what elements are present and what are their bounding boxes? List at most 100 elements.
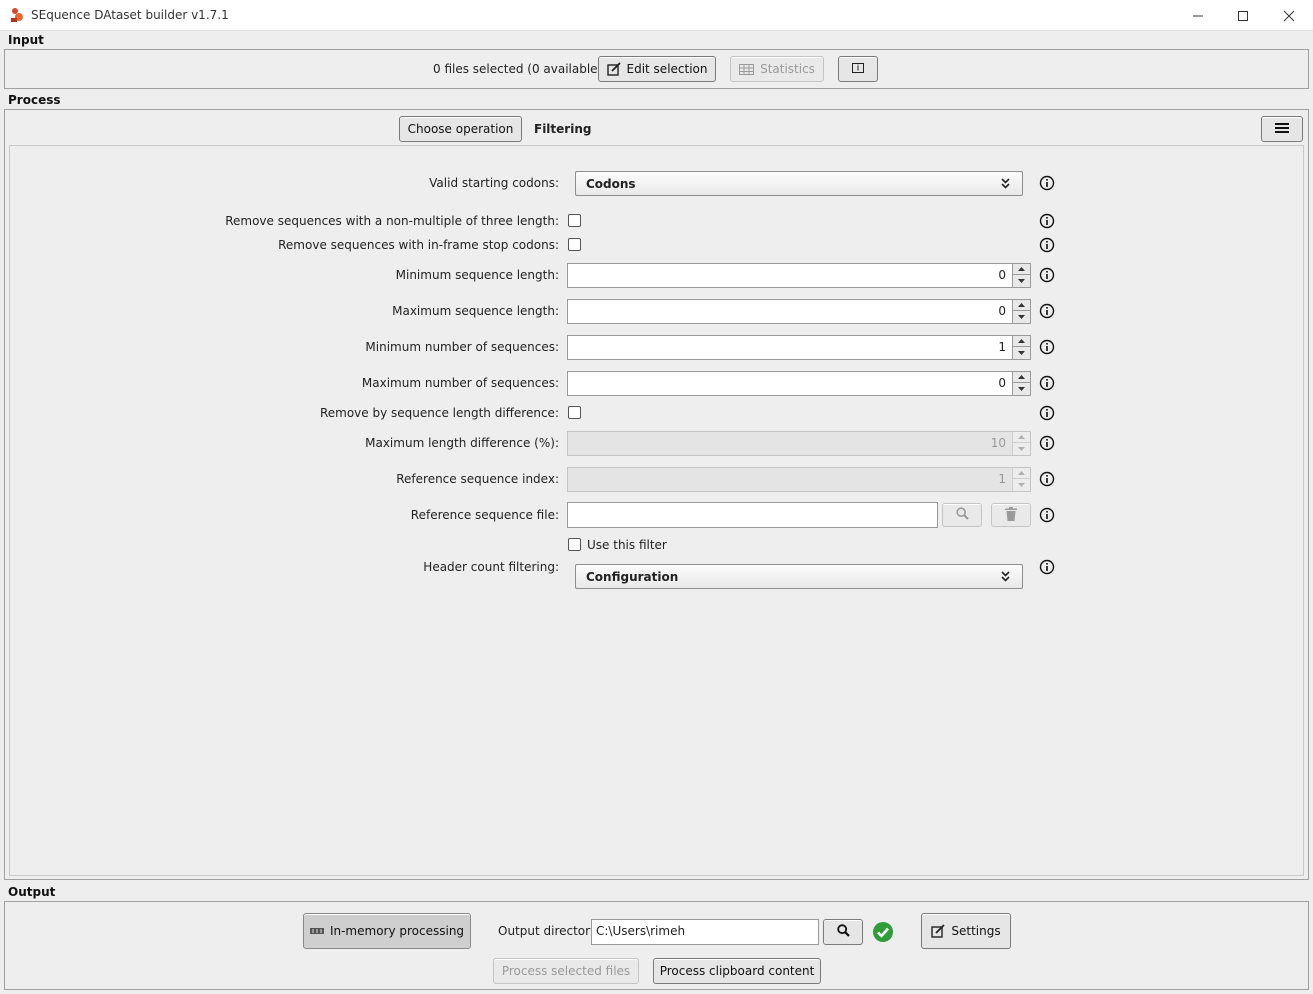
info-icon[interactable]: [1039, 267, 1055, 283]
spinner-up-icon[interactable]: [1013, 336, 1030, 347]
spinner-arrows: [1012, 468, 1030, 491]
spinner-arrows: [1012, 300, 1030, 323]
info-icon[interactable]: [1039, 303, 1055, 319]
stop-codons-label: Remove sequences with in-frame stop codo…: [278, 238, 559, 252]
close-button[interactable]: [1266, 0, 1312, 31]
valid-codons-dropdown[interactable]: Codons: [575, 171, 1023, 196]
info-icon[interactable]: [1039, 213, 1055, 229]
min-length-value: 0: [998, 268, 1006, 282]
process-clipboard-label: Process clipboard content: [659, 964, 815, 978]
process-section-label: Process: [8, 93, 61, 107]
info-icon[interactable]: [1039, 339, 1055, 355]
ref-index-value: 1: [998, 472, 1006, 486]
spinner-down-icon[interactable]: [1013, 443, 1030, 454]
valid-codons-value: Codons: [586, 176, 636, 191]
info-icon[interactable]: [1039, 471, 1055, 487]
spinner-up-icon[interactable]: [1013, 468, 1030, 479]
choose-operation-label: Choose operation: [407, 122, 514, 136]
min-length-spinner[interactable]: 0: [567, 263, 1031, 288]
non-multiple-checkbox[interactable]: [568, 214, 581, 227]
max-length-spinner[interactable]: 0: [567, 299, 1031, 324]
ref-index-label: Reference sequence index:: [396, 472, 559, 486]
use-filter-checkbox[interactable]: [568, 538, 581, 551]
table-icon: [739, 63, 755, 75]
window-title: SEquence DAtaset builder v1.7.1: [31, 8, 229, 22]
settings-label: Settings: [951, 924, 1001, 938]
spinner-down-icon[interactable]: [1013, 311, 1030, 322]
remove-by-diff-checkbox[interactable]: [568, 406, 581, 419]
max-length-value: 0: [998, 304, 1006, 318]
max-diff-value: 10: [990, 436, 1006, 450]
in-memory-processing-button[interactable]: In-memory processing: [303, 913, 471, 949]
output-panel: In-memory processing Output directory: C…: [4, 901, 1309, 990]
spinner-up-icon[interactable]: [1013, 264, 1030, 275]
ref-file-input[interactable]: [567, 502, 938, 528]
min-length-label: Minimum sequence length:: [395, 268, 559, 282]
spinner-down-icon[interactable]: [1013, 275, 1030, 286]
edit-selection-button[interactable]: Edit selection: [598, 56, 716, 82]
non-multiple-label: Remove sequences with a non-multiple of …: [225, 214, 559, 228]
spinner-down-icon[interactable]: [1013, 383, 1030, 394]
edit-selection-label: Edit selection: [626, 62, 708, 76]
max-diff-spinner[interactable]: 10: [567, 431, 1031, 456]
output-section-label: Output: [8, 885, 56, 899]
output-directory-browse-button[interactable]: [823, 919, 863, 945]
info-icon[interactable]: [1039, 405, 1055, 421]
min-number-spinner[interactable]: 1: [567, 335, 1031, 360]
spinner-up-icon[interactable]: [1013, 432, 1030, 443]
info-icon[interactable]: [1039, 507, 1055, 523]
max-diff-label: Maximum length difference (%):: [365, 436, 559, 450]
ref-file-browse-button[interactable]: [942, 503, 982, 527]
search-icon: [836, 924, 850, 940]
output-directory-input[interactable]: C:\Users\rimeh: [591, 919, 819, 945]
edit-icon: [606, 62, 621, 76]
search-icon: [955, 507, 969, 523]
min-number-label: Minimum number of sequences:: [365, 340, 559, 354]
max-number-spinner[interactable]: 0: [567, 371, 1031, 396]
title-bar: SEquence DAtaset builder v1.7.1: [0, 0, 1313, 31]
spinner-arrows: [1012, 432, 1030, 455]
process-selected-files-button[interactable]: Process selected files: [493, 958, 639, 984]
info-icon[interactable]: [1039, 375, 1055, 391]
valid-codons-label: Valid starting codons:: [429, 176, 559, 190]
ref-file-clear-button[interactable]: [991, 503, 1031, 527]
trash-icon: [1005, 506, 1017, 524]
ref-index-spinner[interactable]: 1: [567, 467, 1031, 492]
spinner-arrows: [1012, 372, 1030, 395]
stop-codons-checkbox[interactable]: [568, 238, 581, 251]
max-number-label: Maximum number of sequences:: [361, 376, 559, 390]
use-filter-label: Use this filter: [587, 538, 667, 552]
process-panel: Choose operation Filtering: [4, 109, 1309, 880]
info-icon[interactable]: [1039, 559, 1055, 575]
remove-by-diff-label: Remove by sequence length difference:: [319, 406, 559, 420]
max-number-value: 0: [998, 376, 1006, 390]
spinner-arrows: [1012, 264, 1030, 287]
menu-button[interactable]: [1261, 116, 1303, 142]
process-selected-label: Process selected files: [501, 964, 631, 978]
spinner-down-icon[interactable]: [1013, 479, 1030, 490]
spinner-up-icon[interactable]: [1013, 372, 1030, 383]
choose-operation-button[interactable]: Choose operation: [399, 116, 522, 142]
process-clipboard-button[interactable]: Process clipboard content: [653, 958, 821, 984]
info-icon[interactable]: [1039, 435, 1055, 451]
info-icon[interactable]: [1039, 175, 1055, 191]
header-count-value: Configuration: [586, 569, 679, 584]
operation-name: Filtering: [534, 122, 592, 136]
double-chevron-down-icon: [1001, 178, 1010, 192]
settings-button[interactable]: Settings: [921, 913, 1011, 949]
maximize-button[interactable]: [1220, 0, 1266, 31]
spinner-arrows: [1012, 336, 1030, 359]
info-panel-button[interactable]: [838, 56, 878, 82]
spinner-up-icon[interactable]: [1013, 300, 1030, 311]
check-ok-icon: [872, 921, 894, 943]
files-status: 0 files selected (0 available): [433, 62, 603, 76]
input-panel: 0 files selected (0 available) Edit sele…: [4, 49, 1309, 89]
info-icon[interactable]: [1039, 237, 1055, 253]
min-number-value: 1: [998, 340, 1006, 354]
ref-file-label: Reference sequence file:: [410, 508, 559, 522]
header-count-dropdown[interactable]: Configuration: [575, 564, 1023, 589]
spinner-down-icon[interactable]: [1013, 347, 1030, 358]
minimize-button[interactable]: [1175, 0, 1221, 31]
statistics-button[interactable]: Statistics: [730, 56, 824, 82]
in-memory-label: In-memory processing: [329, 924, 465, 938]
